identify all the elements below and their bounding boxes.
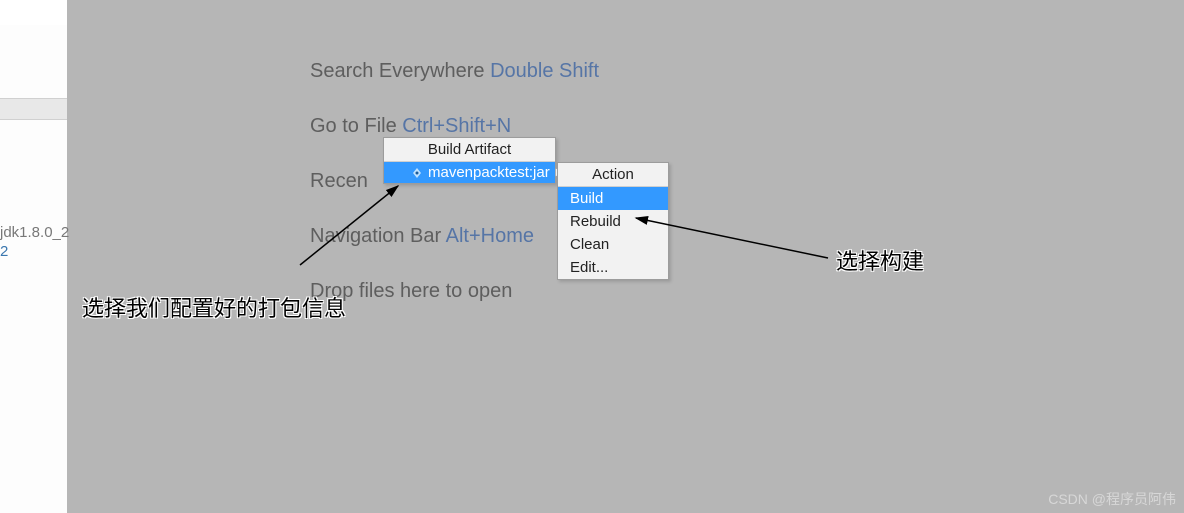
left-panel-top — [0, 0, 67, 25]
artifact-item-label: mavenpacktest:jar — [428, 164, 550, 181]
tip-drop-files: Drop files here to open — [310, 280, 599, 303]
action-clean[interactable]: Clean — [558, 233, 668, 256]
artifact-item-mavenpacktest[interactable]: mavenpacktest:jar ▶ — [384, 162, 555, 183]
artifact-action-menu[interactable]: Action Build Rebuild Clean Edit... — [557, 162, 669, 280]
tip-goto-file: Go to File Ctrl+Shift+N — [310, 115, 599, 138]
menu-title: Action — [558, 163, 668, 187]
action-build[interactable]: Build — [558, 187, 668, 210]
project-id-label: 2 — [0, 243, 8, 260]
watermark: CSDN @程序员阿伟 — [1048, 489, 1176, 509]
annotation-left: 选择我们配置好的打包信息 — [82, 291, 346, 323]
tip-shortcut: Double Shift — [490, 60, 599, 82]
tip-label: Go to File — [310, 115, 402, 137]
project-jdk-label: jdk1.8.0_2 — [0, 224, 69, 241]
tip-shortcut: Alt+Home — [446, 225, 534, 247]
action-rebuild[interactable]: Rebuild — [558, 210, 668, 233]
tip-label: Navigation Bar — [310, 225, 446, 247]
tip-search-everywhere: Search Everywhere Double Shift — [310, 60, 599, 83]
action-edit[interactable]: Edit... — [558, 256, 668, 279]
annotation-right: 选择构建 — [836, 244, 924, 276]
menu-title: Build Artifact — [384, 138, 555, 162]
tip-shortcut: Ctrl+Shift+N — [402, 115, 511, 137]
build-artifact-menu[interactable]: Build Artifact mavenpacktest:jar ▶ — [383, 137, 556, 184]
welcome-tips: Search Everywhere Double Shift Go to Fil… — [310, 60, 599, 335]
artifact-icon — [410, 166, 424, 180]
left-panel: jdk1.8.0_2 2 — [0, 0, 67, 513]
tip-label: Recen — [310, 170, 368, 192]
tip-navigation-bar: Navigation Bar Alt+Home — [310, 225, 599, 248]
left-panel-separator — [0, 98, 67, 120]
tip-label: Search Everywhere — [310, 60, 490, 82]
